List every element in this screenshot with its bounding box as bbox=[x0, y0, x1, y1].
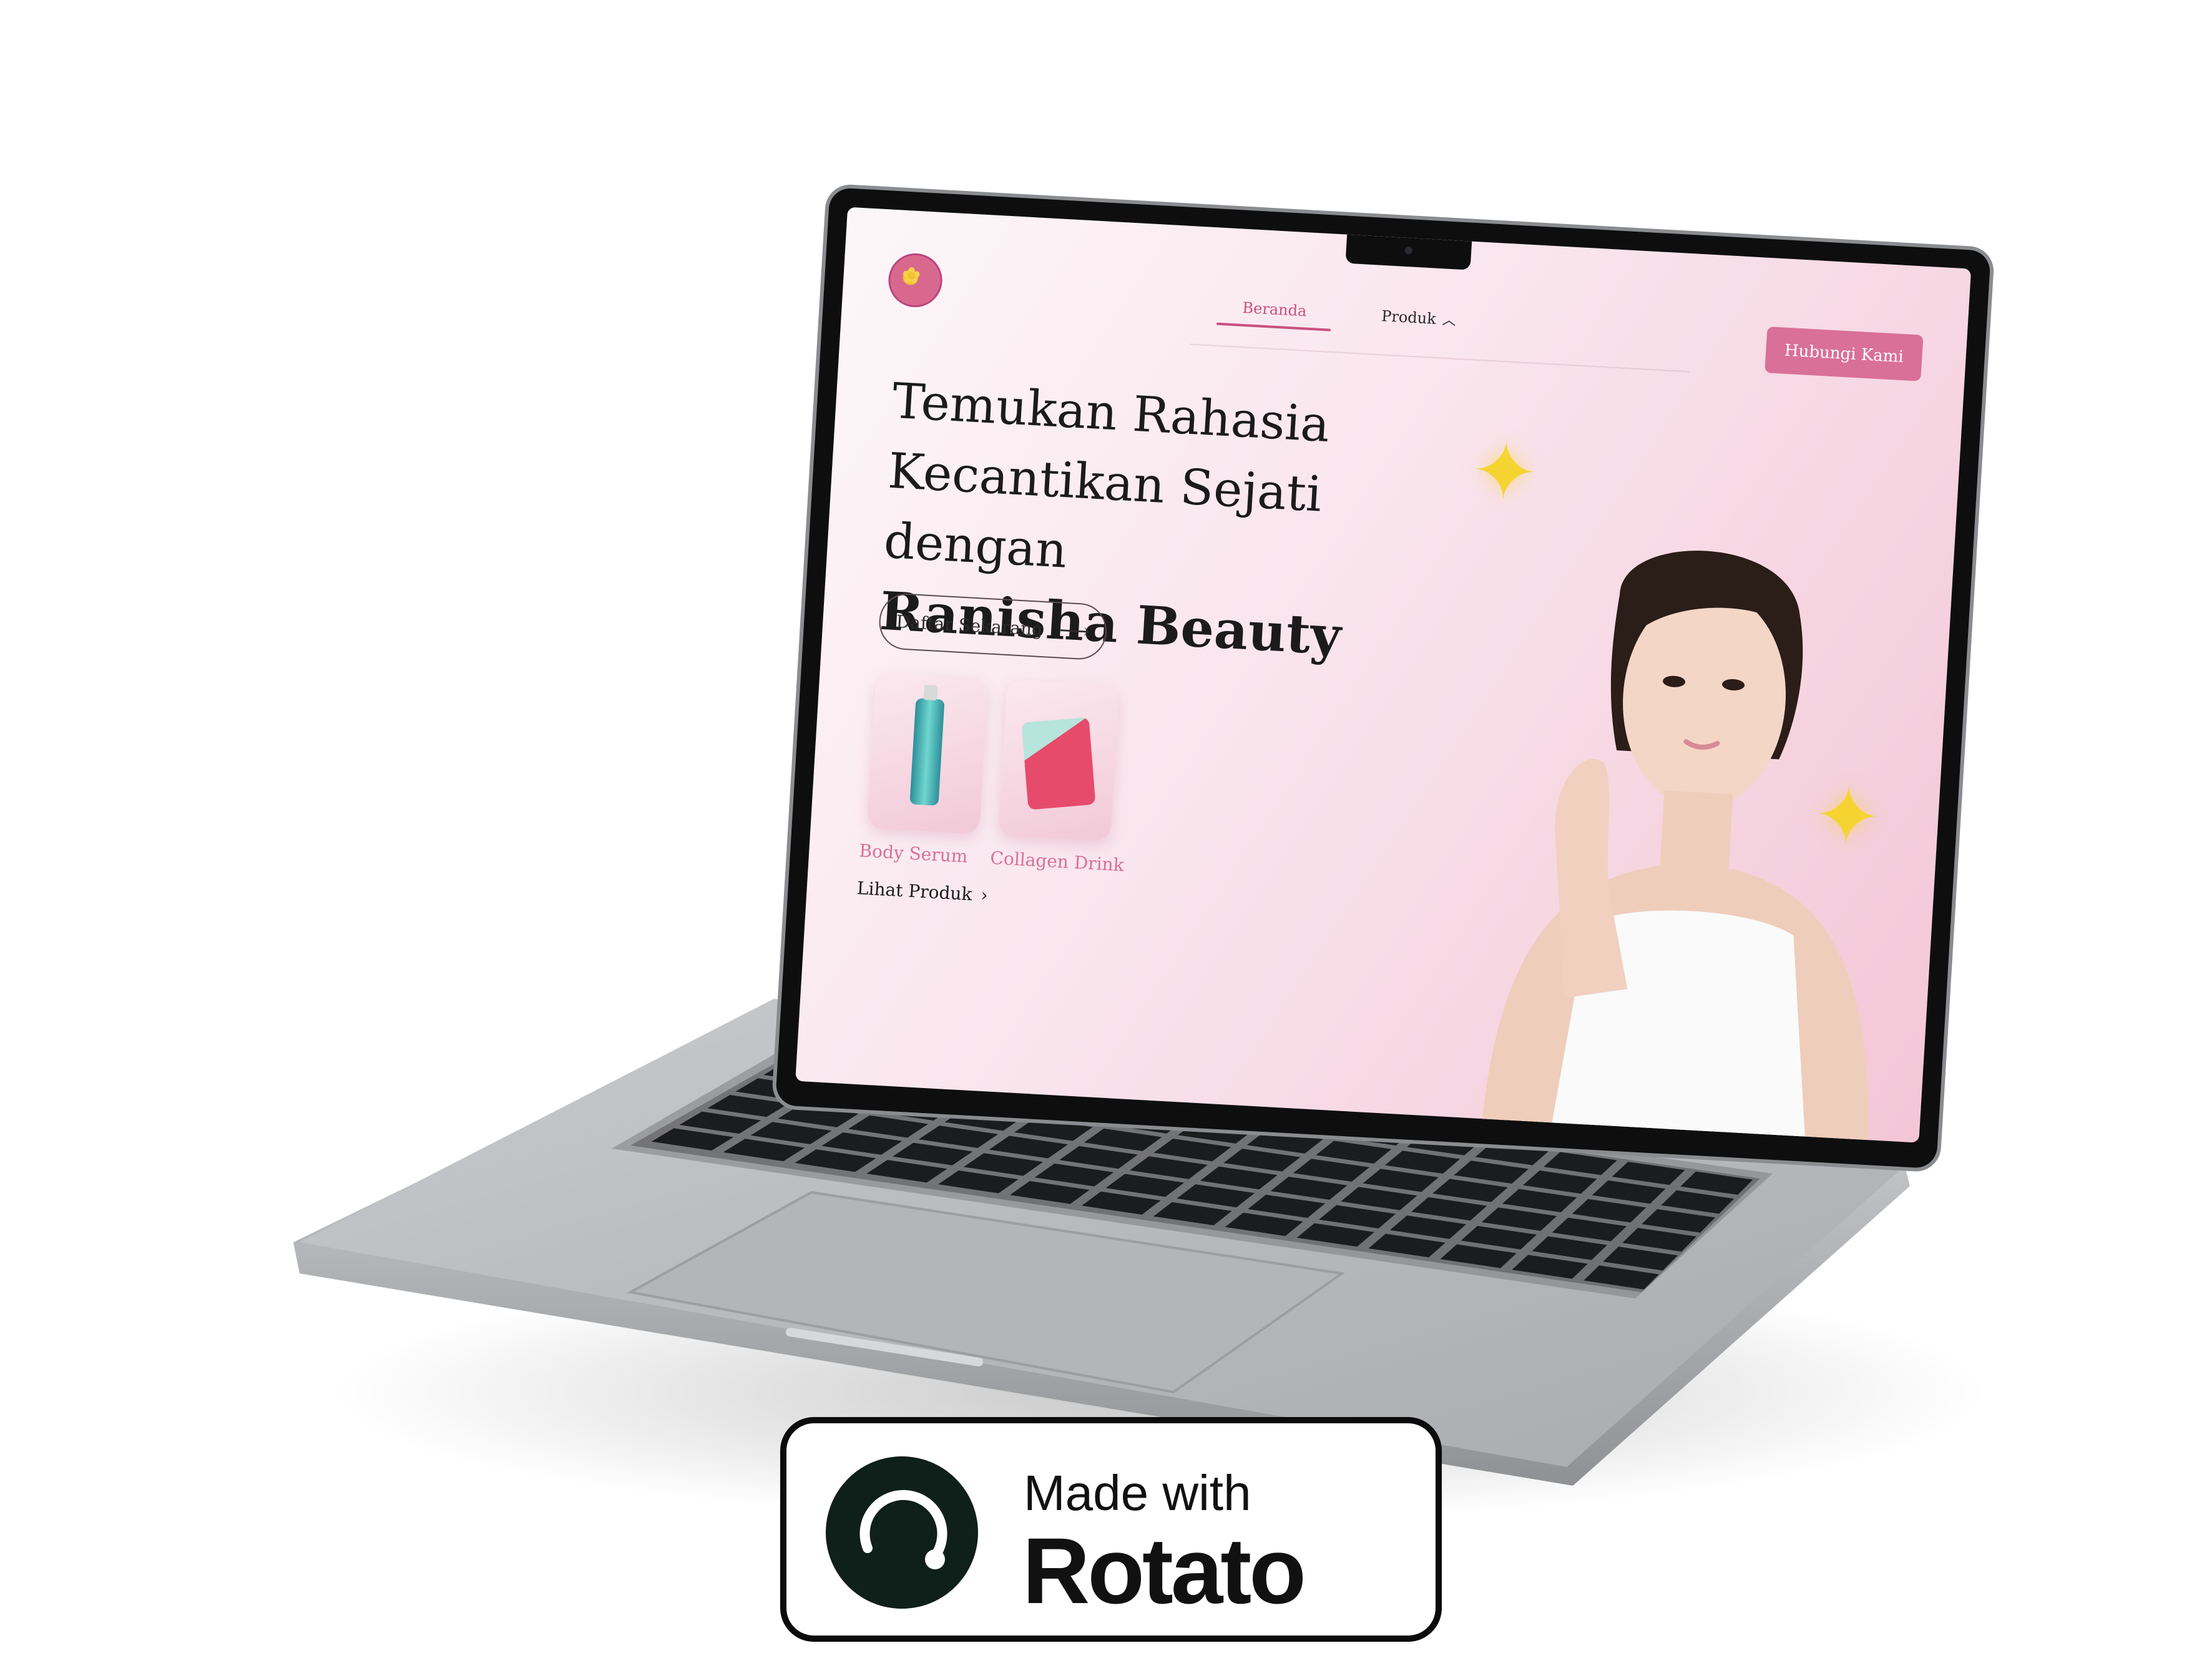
mockup-stage: ✿ Beranda Produk ︿ Hubungi Kami Temukan R… bbox=[0, 0, 2212, 1658]
nav-divider bbox=[1190, 343, 1690, 373]
product-label-collagen-drink: Collagen Drink bbox=[989, 847, 1125, 876]
nav-item-beranda[interactable]: Beranda bbox=[1216, 292, 1333, 328]
see-products-link[interactable]: Lihat Produk › bbox=[856, 878, 989, 906]
ranisha-logo[interactable]: ✿ bbox=[886, 252, 944, 309]
star-icon: ✦ bbox=[1467, 422, 1542, 521]
flower-icon: ✿ bbox=[901, 262, 922, 290]
website-screen: ✿ Beranda Produk ︿ Hubungi Kami Temukan R… bbox=[795, 207, 1972, 1143]
chevron-right-icon: › bbox=[980, 884, 989, 906]
product-card-collagen-drink[interactable] bbox=[997, 679, 1120, 842]
arrow-right-icon: ⟶ bbox=[1058, 617, 1090, 645]
nav-label-produk: Produk bbox=[1381, 307, 1437, 328]
see-products-label: Lihat Produk bbox=[856, 878, 973, 905]
made-with-rotato-badge: Made with Rotato bbox=[780, 1417, 1442, 1642]
serum-bottle-image bbox=[909, 698, 945, 806]
contact-button[interactable]: Hubungi Kami bbox=[1764, 326, 1924, 381]
laptop-display: ✿ Beranda Produk ︿ Hubungi Kami Temukan R… bbox=[775, 187, 1991, 1169]
signup-label: Daftar Sekarang bbox=[895, 611, 1044, 640]
nav-label-beranda: Beranda bbox=[1241, 298, 1308, 320]
chevron-up-icon: ︿ bbox=[1441, 312, 1457, 329]
badge-made-with-text: Made with bbox=[1024, 1465, 1251, 1521]
collagen-pack-image bbox=[1021, 717, 1096, 810]
camera-notch bbox=[1345, 234, 1472, 270]
signup-button[interactable]: Daftar Sekarang ⟶ bbox=[878, 592, 1108, 661]
rotato-logo-icon bbox=[826, 1456, 978, 1609]
nav-item-produk[interactable]: Produk ︿ bbox=[1356, 298, 1482, 337]
product-card-body-serum[interactable] bbox=[866, 672, 989, 835]
product-label-body-serum: Body Serum bbox=[858, 840, 969, 867]
main-nav: Beranda Produk ︿ bbox=[1216, 288, 1482, 340]
badge-rotato-text: Rotato bbox=[1022, 1518, 1306, 1623]
camera-icon bbox=[1404, 246, 1413, 255]
model-portrait bbox=[1481, 551, 1869, 1143]
